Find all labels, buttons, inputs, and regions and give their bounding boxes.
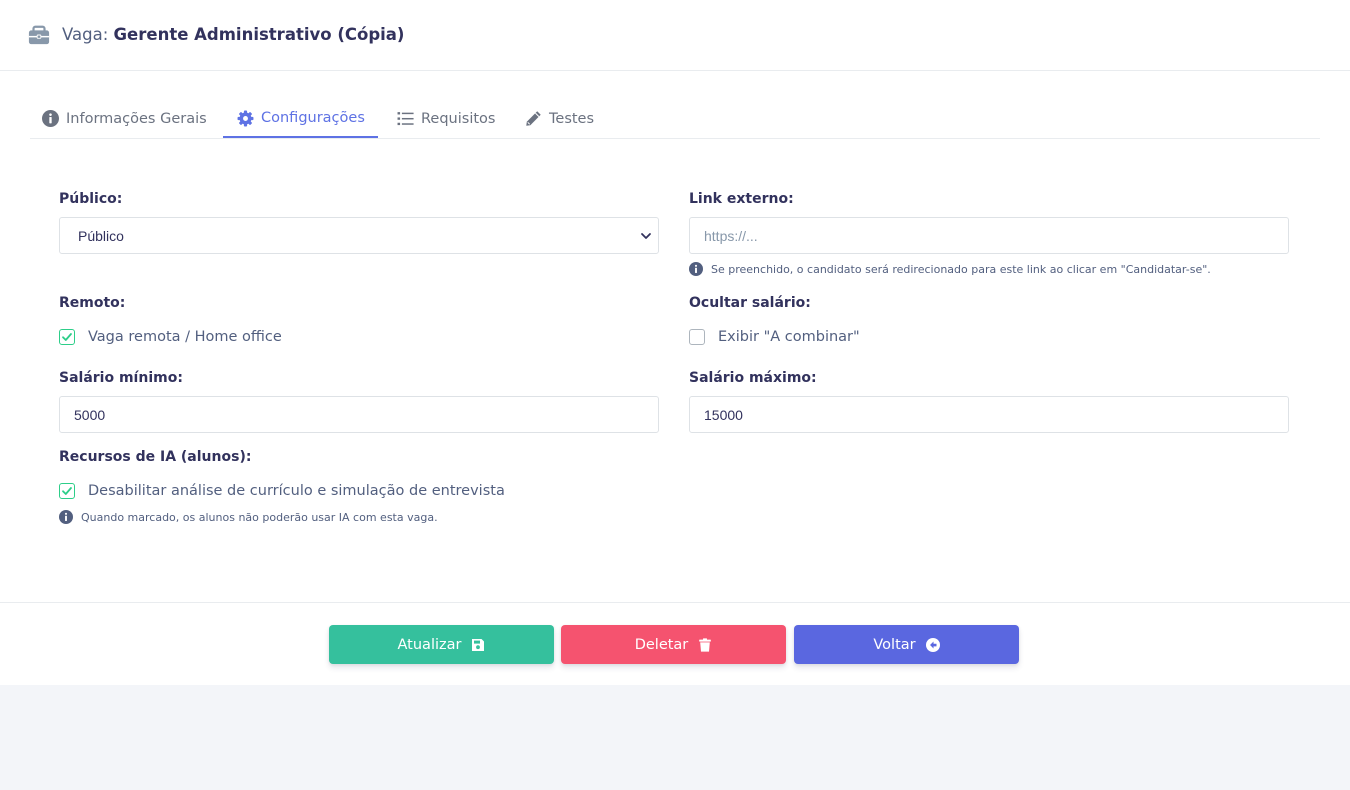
card-footer: Atualizar Deletar Voltar [0, 602, 1350, 686]
tab-informacoes-gerais[interactable]: Informações Gerais [42, 100, 207, 137]
briefcase-icon [28, 25, 50, 45]
gear-icon [237, 110, 254, 126]
recursos-ia-checkbox-label: Desabilitar análise de currículo e simul… [88, 483, 505, 499]
recursos-ia-label: Recursos de IA (alunos): [59, 449, 252, 465]
salario-maximo-value: 15000 [704, 406, 743, 423]
salario-minimo-value: 5000 [74, 406, 106, 423]
job-title: Gerente Administrativo (Cópia) [113, 25, 405, 44]
ocultar-salario-checkbox-row[interactable]: Exibir "A combinar" [689, 329, 860, 345]
update-button[interactable]: Atualizar [329, 625, 554, 664]
checkmark-icon [62, 487, 72, 495]
salario-maximo-input[interactable]: 15000 [689, 396, 1289, 433]
tab-configuracoes[interactable]: Configurações [223, 100, 378, 138]
ocultar-salario-label: Ocultar salário: [689, 295, 811, 311]
chevron-down-icon [641, 233, 651, 239]
publico-select-value: Público [78, 228, 124, 244]
arrow-circle-left-icon [925, 637, 940, 652]
recursos-ia-help-text: Quando marcado, os alunos não poderão us… [81, 510, 438, 524]
delete-button-label: Deletar [634, 636, 689, 653]
remoto-label: Remoto: [59, 295, 126, 311]
link-externo-input[interactable]: https://... [689, 217, 1289, 254]
update-button-label: Atualizar [397, 636, 462, 653]
tab-testes[interactable]: Testes [525, 100, 594, 137]
recursos-ia-checkbox[interactable] [59, 483, 75, 499]
tab-label: Informações Gerais [66, 110, 207, 127]
checkmark-icon [62, 333, 72, 341]
recursos-ia-checkbox-row[interactable]: Desabilitar análise de currículo e simul… [59, 483, 505, 499]
ocultar-salario-checkbox[interactable] [689, 329, 705, 345]
list-icon [397, 112, 414, 126]
remoto-checkbox[interactable] [59, 329, 75, 345]
trash-icon [699, 637, 712, 652]
salario-minimo-input[interactable]: 5000 [59, 396, 659, 433]
info-circle-icon [59, 510, 73, 524]
link-externo-placeholder: https://... [704, 227, 758, 244]
save-icon [472, 638, 485, 651]
remoto-checkbox-row[interactable]: Vaga remota / Home office [59, 329, 282, 345]
info-circle-icon [689, 262, 703, 276]
ocultar-salario-checkbox-label: Exibir "A combinar" [718, 329, 860, 345]
link-externo-label: Link externo: [689, 191, 794, 207]
remoto-checkbox-label: Vaga remota / Home office [88, 329, 282, 345]
info-circle-icon [42, 110, 59, 127]
recursos-ia-help: Quando marcado, os alunos não poderão us… [59, 510, 438, 524]
delete-button[interactable]: Deletar [561, 625, 786, 664]
pencil-icon [526, 111, 541, 126]
tab-label: Configurações [261, 110, 365, 126]
job-edit-card: Vaga: Gerente Administrativo (Cópia) Inf… [0, 0, 1350, 685]
tabs-bar: Informações Gerais Configurações Requisi… [30, 100, 1320, 139]
card-header: Vaga: Gerente Administrativo (Cópia) [0, 0, 1350, 71]
salario-minimo-label: Salário mínimo: [59, 370, 183, 386]
link-externo-help-text: Se preenchido, o candidato será redireci… [711, 262, 1211, 276]
tab-label: Testes [549, 110, 595, 127]
salario-maximo-label: Salário máximo: [689, 370, 817, 386]
back-button[interactable]: Voltar [794, 625, 1019, 664]
tab-requisitos[interactable]: Requisitos [397, 100, 495, 137]
page-title: Vaga: Gerente Administrativo (Cópia) [62, 24, 404, 46]
back-button-label: Voltar [873, 636, 916, 653]
tab-label: Requisitos [421, 110, 496, 127]
publico-label: Público: [59, 191, 123, 207]
page-title-prefix: Vaga: [62, 25, 109, 44]
link-externo-help: Se preenchido, o candidato será redireci… [689, 262, 1211, 276]
publico-select[interactable]: Público [59, 217, 659, 254]
